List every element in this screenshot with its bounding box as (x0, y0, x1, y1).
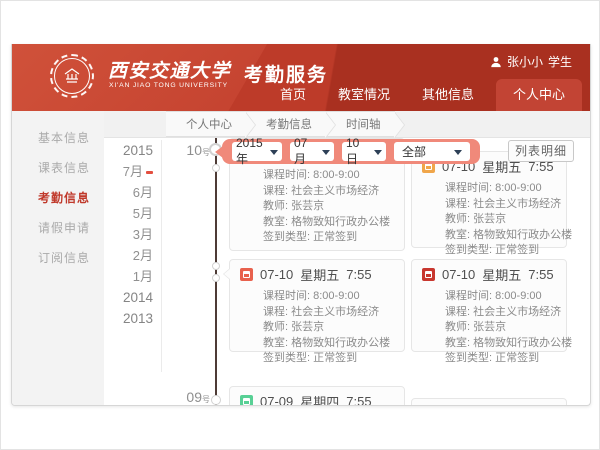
card-row: 课程: 社会主义市场经济 (263, 305, 394, 321)
card-row: 教师: 张芸京 (263, 320, 394, 336)
card-row: 课程时间: 8:00-9:00 (445, 289, 556, 305)
attendance-card: 07-09 星期四 7:55 (229, 386, 405, 406)
card-time: 7:55 (346, 267, 371, 282)
card-date: 07-10 (260, 267, 293, 282)
timeline-month-7-current[interactable]: 7月 (104, 161, 153, 182)
card-row: 教室: 格物致知行政办公楼 (445, 336, 556, 352)
screenshot-canvas: { "header": { "university_cn": "西安交通大学",… (0, 0, 600, 450)
attendance-card: 07-10 星期五 7:55 课程时间: 8:00-9:00 课程: 社会主义市… (411, 151, 567, 248)
checkin-stamp-icon (422, 268, 435, 281)
chevron-down-icon (322, 150, 330, 159)
card-row: 教室: 格物致知行政办公楼 (263, 336, 394, 352)
card-weekday: 星期四 (300, 392, 339, 406)
university-name-en: XI'AN JIAO TONG UNIVERSITY (109, 82, 228, 89)
sidebar-item-subscription[interactable]: 订阅信息 (12, 243, 104, 273)
breadcrumb-personal-center[interactable]: 个人中心 (166, 111, 246, 137)
timeline-node-small-3 (212, 274, 220, 282)
header-banner: 西安交通大学 XI'AN JIAO TONG UNIVERSITY 考勤服务 张… (12, 44, 590, 111)
attendance-card: 07-10 星期五 7:55 课程时间: 8:00-9:00 课程: 社会主义市… (411, 259, 567, 352)
card-row: 课程时间: 8:00-9:00 (263, 168, 394, 184)
chevron-down-icon (374, 150, 382, 159)
list-detail-button[interactable]: 列表明细 (508, 140, 574, 162)
card-row: 签到类型: 正常签到 (263, 230, 394, 246)
attendance-card-partial (411, 398, 567, 406)
timeline-day-10: 10号 (170, 142, 210, 158)
attendance-page: 西安交通大学 XI'AN JIAO TONG UNIVERSITY 考勤服务 张… (11, 44, 591, 406)
card-row: 教师: 张芸京 (445, 320, 556, 336)
checkin-stamp-icon (240, 395, 253, 406)
card-row: 教师: 张芸京 (445, 212, 556, 228)
main-nav: 首页 教室情况 其他信息 个人中心 (264, 79, 582, 111)
sidebar: 基本信息 课表信息 考勤信息 请假申请 订阅信息 (12, 111, 104, 405)
timeline-month-6[interactable]: 6月 (104, 182, 153, 203)
chevron-down-icon (454, 150, 462, 159)
card-row: 签到类型: 正常签到 (263, 351, 394, 367)
card-row: 课程时间: 8:00-9:00 (263, 289, 394, 305)
sidebar-item-basic-info[interactable]: 基本信息 (12, 123, 104, 153)
user-name: 张小小 (507, 53, 543, 70)
card-weekday: 星期五 (482, 265, 521, 284)
card-row: 教室: 格物致知行政办公楼 (445, 228, 556, 244)
university-logo (50, 54, 94, 98)
nav-item-other-info[interactable]: 其他信息 (406, 79, 490, 111)
breadcrumb: 个人中心 考勤信息 时间轴 (104, 111, 590, 138)
breadcrumb-attendance-info[interactable]: 考勤信息 (246, 111, 326, 137)
nav-item-home[interactable]: 首页 (264, 79, 322, 111)
current-month-marker (146, 171, 153, 174)
year-dropdown[interactable]: 2015年 (232, 142, 282, 161)
sidebar-item-timetable[interactable]: 课表信息 (12, 153, 104, 183)
card-time: 7:55 (346, 394, 371, 406)
card-row: 教师: 张芸京 (263, 199, 394, 215)
card-row: 教室: 格物致知行政办公楼 (263, 215, 394, 231)
card-weekday: 星期五 (300, 265, 339, 284)
checkin-stamp-icon (240, 268, 253, 281)
sidebar-item-leave-request[interactable]: 请假申请 (12, 213, 104, 243)
card-row: 签到类型: 正常签到 (445, 351, 556, 367)
timeline-node-small-2 (212, 262, 220, 270)
card-row: 签到类型: 正常签到 (445, 243, 556, 259)
user-role: 学生 (548, 53, 572, 70)
day-dropdown[interactable]: 10日 (342, 142, 386, 161)
sidebar-item-attendance[interactable]: 考勤信息 (12, 183, 104, 213)
nav-item-personal-center-active[interactable]: 个人中心 (496, 79, 582, 111)
timeline-month-1[interactable]: 1月 (104, 266, 153, 287)
filter-bubble: 2015年 07月 10日 全部 (222, 139, 480, 164)
attendance-card: 07-10 星期五 7:55 课程时间: 8:00-9:00 课程: 社会主义市… (229, 259, 405, 352)
timeline-year-2014[interactable]: 2014 (104, 287, 153, 308)
card-row: 课程时间: 8:00-9:00 (445, 181, 556, 197)
user-icon (490, 56, 502, 68)
card-date: 07-09 (260, 394, 293, 406)
card-time: 7:55 (528, 267, 553, 282)
timeline-node-small-1 (212, 164, 220, 172)
timeline-year-2015[interactable]: 2015 (104, 140, 153, 161)
user-info[interactable]: 张小小 学生 (490, 53, 572, 70)
timeline-month-3[interactable]: 3月 (104, 224, 153, 245)
nav-item-classrooms[interactable]: 教室情况 (322, 79, 406, 111)
timeline-axis (215, 138, 217, 405)
timeline-day-09: 09号 (170, 389, 210, 405)
timeline-year-2013[interactable]: 2013 (104, 308, 153, 329)
timeline-year-month-nav: 2015 7月 6月 5月 3月 2月 1月 2014 2013 (104, 140, 162, 372)
type-dropdown[interactable]: 全部 (394, 142, 470, 161)
card-row: 课程: 社会主义市场经济 (263, 184, 394, 200)
timeline-month-5[interactable]: 5月 (104, 203, 153, 224)
timeline-month-2[interactable]: 2月 (104, 245, 153, 266)
timeline-node-day09 (211, 395, 221, 405)
month-dropdown[interactable]: 07月 (290, 142, 334, 161)
card-date: 07-10 (442, 267, 475, 282)
breadcrumb-timeline[interactable]: 时间轴 (326, 111, 395, 137)
card-row: 课程: 社会主义市场经济 (445, 197, 556, 213)
university-name-cn: 西安交通大学 (108, 56, 231, 83)
chevron-down-icon (270, 150, 278, 159)
card-row: 课程: 社会主义市场经济 (445, 305, 556, 321)
university-emblem-icon (54, 58, 90, 94)
